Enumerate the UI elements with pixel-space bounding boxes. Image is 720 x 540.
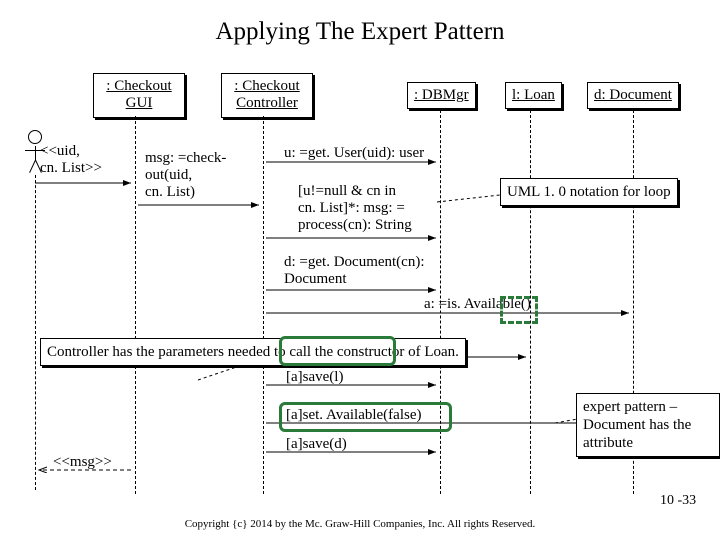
msg-save-l: [a]save(l) bbox=[286, 369, 343, 386]
copyright-text: Copyright {c} 2014 by the Mc. Graw-Hill … bbox=[0, 518, 720, 530]
msg-getuser: u: =get. User(uid): user bbox=[284, 145, 424, 162]
lifeline-checkout-controller: : Checkout Controller bbox=[221, 73, 313, 118]
highlight-create bbox=[279, 336, 396, 366]
msg-getdocument: d: =get. Document(cn): Document bbox=[284, 254, 425, 288]
note-uml-loop: UML 1. 0 notation for loop bbox=[500, 178, 678, 206]
highlight-setavailable bbox=[279, 402, 452, 432]
note-expert-pattern: expert pattern – Document has the attrib… bbox=[576, 393, 720, 457]
lifeline-dbmgr: : DBMgr bbox=[407, 82, 476, 109]
lifeline-line-controller bbox=[263, 116, 264, 494]
msg-checkout: msg: =check- out(uid, cn. List) bbox=[145, 150, 226, 201]
highlight-loan-isavailable bbox=[500, 296, 538, 324]
lifeline-loan: l: Loan bbox=[505, 82, 562, 109]
msg-uid-cnlist: <<uid, cn. List>> bbox=[40, 143, 102, 177]
slide-number: 10 -33 bbox=[660, 493, 696, 509]
msg-loop: [u!=null & cn in cn. List]*: msg: = proc… bbox=[298, 183, 412, 234]
lifeline-line-actor bbox=[35, 175, 36, 490]
lifeline-document: d: Document bbox=[587, 82, 679, 109]
lifeline-line-gui bbox=[135, 116, 136, 494]
lifeline-checkout-gui: : Checkout GUI bbox=[93, 73, 185, 118]
note-controller: Controller has the parameters needed to … bbox=[40, 338, 466, 366]
msg-save-d: [a]save(d) bbox=[286, 436, 347, 453]
msg-return: <<msg>> bbox=[53, 454, 112, 471]
title: Applying The Expert Pattern bbox=[0, 18, 720, 46]
